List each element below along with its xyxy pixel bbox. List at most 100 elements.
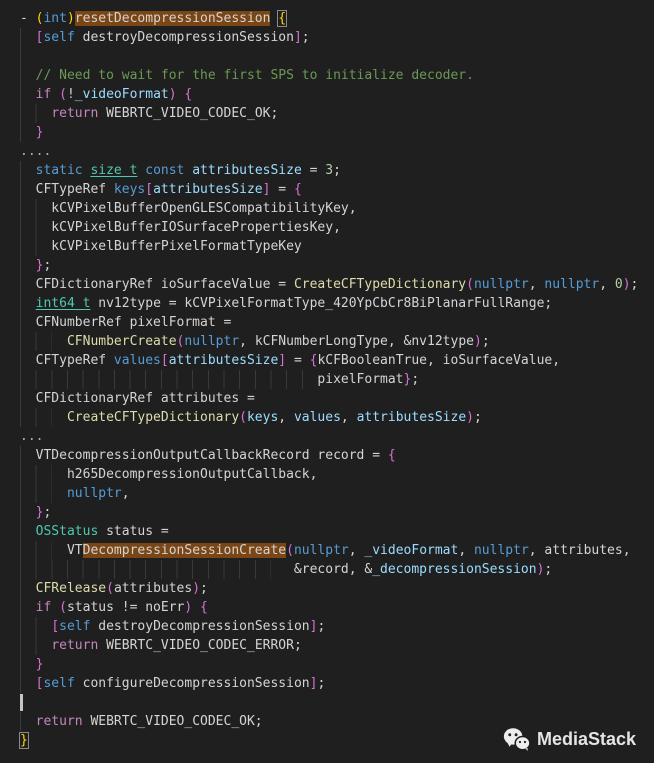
code-token: WEBRTC_VIDEO_CODEC_OK; [82,714,263,729]
code-line[interactable]: CFDictionaryRef ioSurfaceValue = CreateC… [20,275,654,294]
code-line[interactable]: if (!_videoFormat) { [20,85,654,104]
code-token: CFTypeRef [20,182,114,197]
code-line[interactable]: VTDecompressionSessionCreate(nullptr, _v… [20,541,654,560]
code-line[interactable]: kCVPixelBufferOpenGLESCompatibilityKey, [20,199,654,218]
code-line[interactable]: int64_t nv12type = kCVPixelFormatType_42… [20,294,654,313]
code-line[interactable]: return WEBRTC_VIDEO_CODEC_OK; [20,104,654,123]
code-token: , attributes, [528,543,631,558]
code-token: const [145,163,185,178]
code-token: destroyDecompressionSession [90,619,310,634]
code-token: , [121,486,130,501]
code-token: { [277,10,288,27]
code-line[interactable]: VTDecompressionOutputCallbackRecord reco… [20,446,654,465]
code-token: = [286,353,310,368]
code-line[interactable]: }; [20,503,654,522]
code-token: [ [145,182,154,197]
code-line[interactable]: }; [20,256,654,275]
code-line[interactable]: return WEBRTC_VIDEO_CODEC_ERROR; [20,636,654,655]
code-token: pixelFormat [20,372,404,387]
code-token: , [528,277,545,292]
code-line[interactable]: - (int)resetDecompressionSession { [20,9,654,28]
code-token: &record, & [20,562,373,577]
code-line[interactable]: [self configureDecompressionSession]; [20,674,654,693]
code-token: nullptr [184,334,240,349]
code-token: nullptr [544,277,600,292]
code-token: nullptr [473,543,529,558]
code-line[interactable]: kCVPixelBufferPixelFormatTypeKey [20,237,654,256]
code-line[interactable]: OSStatus status = [20,522,654,541]
code-line[interactable]: if (status != noErr) { [20,598,654,617]
code-token: attributes [113,581,193,596]
code-token: ; [43,505,52,520]
code-token: OSStatus [35,524,99,539]
code-line[interactable]: CFDictionaryRef attributes = [20,389,654,408]
code-line[interactable]: CFRelease(attributes); [20,579,654,598]
code-token: ( [286,543,294,558]
code-line[interactable]: ... [20,427,654,446]
code-token: { [293,182,302,197]
code-line[interactable]: } [20,655,654,674]
code-token: ( [59,600,67,615]
code-token: , [599,277,615,292]
code-token: kCVPixelBufferOpenGLESCompatibilityKey, [20,201,357,216]
code-token: } [35,125,44,140]
code-line[interactable] [20,693,654,712]
code-line[interactable]: h265DecompressionOutputCallback, [20,465,654,484]
code-token: return [35,714,83,729]
code-token: CreateCFTypeDictionary [66,410,240,425]
code-token: status != noErr [66,600,185,615]
code-line[interactable]: .... [20,142,654,161]
code-line[interactable]: kCVPixelBufferIOSurfacePropertiesKey, [20,218,654,237]
code-line[interactable]: CreateCFTypeDictionary(keys, values, att… [20,408,654,427]
watermark-label: MediaStack [536,728,636,749]
code-token: nullptr [473,277,529,292]
code-token: ) [473,334,482,349]
code-token: ) [622,277,631,292]
code-line[interactable]: [self destroyDecompressionSession]; [20,617,654,636]
code-line[interactable]: CFTypeRef values[attributesSize] = {kCFB… [20,351,654,370]
code-line[interactable]: // Need to wait for the first SPS to ini… [20,66,654,85]
search-match-highlight: DecompressionSessionCreate [82,543,287,558]
code-line[interactable]: CFNumberRef pixelFormat = [20,313,654,332]
code-line[interactable]: } [20,123,654,142]
code-token: .... [20,144,52,159]
code-token: ; [301,30,310,45]
code-token: CFDictionaryRef ioSurfaceValue = [20,277,294,292]
code-token: WEBRTC_VIDEO_CODEC_OK; [98,106,279,121]
code-token: int [43,11,67,26]
code-line[interactable]: static size_t const attributesSize = 3; [20,161,654,180]
search-match-highlight: resetDecompressionSession [74,11,271,26]
code-token: nullptr [293,543,349,558]
code-token: 3 [325,163,334,178]
code-token: size_t [90,163,138,178]
code-line[interactable] [20,47,654,66]
code-line[interactable]: CFNumberCreate(nullptr, kCFNumberLongTyp… [20,332,654,351]
code-line[interactable]: pixelFormat}; [20,370,654,389]
code-editor[interactable]: - (int)resetDecompressionSession { [self… [0,0,654,763]
code-token: if [35,600,52,615]
code-line[interactable]: &record, &_decompressionSession); [20,560,654,579]
code-token: , [348,543,365,558]
code-token: status = [98,524,169,539]
code-token: kCVPixelBufferIOSurfacePropertiesKey, [20,220,341,235]
code-token: ( [59,87,67,102]
code-token: CFTypeRef [20,353,114,368]
code-token: ; [544,562,553,577]
code-token: VTDecompressionOutputCallbackRecord reco… [20,448,388,463]
code-token: h265DecompressionOutputCallback, [20,467,318,482]
code-token: ; [630,277,639,292]
code-token: { [200,600,208,615]
code-line[interactable]: CFTypeRef keys[attributesSize] = { [20,180,654,199]
code-line[interactable]: nullptr, [20,484,654,503]
code-line[interactable]: [self destroyDecompressionSession]; [20,28,654,47]
code-token: VT [66,543,83,558]
